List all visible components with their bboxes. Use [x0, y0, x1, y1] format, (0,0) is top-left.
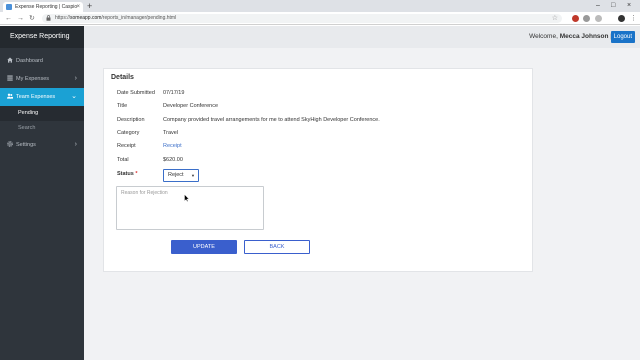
- welcome-text: Welcome, Mecca Johnson |: [529, 33, 612, 40]
- receipt-link[interactable]: Receipt: [163, 142, 182, 150]
- field-label-receipt: Receipt: [117, 143, 136, 149]
- list-icon: [7, 75, 13, 81]
- back-button[interactable]: BACK: [244, 240, 310, 254]
- gear-icon: [7, 141, 13, 147]
- mouse-cursor-icon: [184, 194, 190, 202]
- star-icon[interactable]: ☆: [552, 14, 558, 23]
- field-label-category: Category: [117, 130, 140, 136]
- home-icon: [7, 57, 13, 63]
- app-brand: Expense Reporting: [0, 26, 84, 48]
- status-select-value: Reject: [168, 172, 184, 178]
- tab-title: Expense Reporting | Caspio: [15, 4, 78, 10]
- update-button[interactable]: UPDATE: [171, 240, 237, 254]
- details-card: Details Date Submitted 07/17/19 Title De…: [103, 68, 533, 272]
- browser-window: Expense Reporting | Caspio × + – □ × ← →…: [0, 0, 640, 360]
- new-tab-button[interactable]: +: [87, 1, 92, 11]
- users-icon: [7, 93, 13, 99]
- window-close-icon[interactable]: ×: [627, 1, 631, 11]
- sidebar-item-team-expenses[interactable]: Team Expenses ⌄: [0, 88, 84, 106]
- required-asterisk: *: [135, 171, 138, 177]
- chevron-down-icon: ⌄: [71, 93, 77, 100]
- field-value-date-submitted: 07/17/19: [163, 90, 185, 96]
- field-label-title: Title: [117, 103, 128, 109]
- sidebar-item-label: Settings: [16, 142, 36, 148]
- field-label-description: Description: [117, 117, 145, 123]
- sidebar-item-label: Dashboard: [16, 58, 43, 64]
- sidebar-item-label: My Expenses: [16, 76, 50, 82]
- status-label: Status *: [117, 171, 138, 177]
- field-label-total: Total: [117, 157, 129, 163]
- sidebar-subitem-search[interactable]: Search: [0, 121, 84, 136]
- caret-down-icon: ▼: [191, 173, 195, 178]
- chevron-right-icon: ›: [74, 141, 77, 148]
- field-value-total: $620.00: [163, 157, 183, 163]
- rejection-reason-textarea[interactable]: Reason for Rejection: [116, 186, 264, 230]
- field-value-title: Developer Conference: [163, 103, 219, 109]
- profile-avatar-icon[interactable]: [618, 15, 625, 22]
- minimize-icon[interactable]: –: [596, 1, 600, 11]
- sidebar-subitem-pending[interactable]: Pending: [0, 106, 84, 121]
- extension-icon[interactable]: [583, 15, 590, 22]
- sidebar-item-dashboard[interactable]: Dashboard: [0, 52, 84, 70]
- sidebar: Expense Reporting Dashboard My Expenses …: [0, 26, 84, 360]
- sidebar-item-my-expenses[interactable]: My Expenses ›: [0, 70, 84, 88]
- browser-toolbar: ← → ↻ https://someapp.com/reports_in/man…: [0, 12, 640, 25]
- extension-icon[interactable]: [595, 15, 602, 22]
- chevron-right-icon: ›: [74, 75, 77, 82]
- favicon-icon: [6, 4, 12, 10]
- top-bar: Welcome, Mecca Johnson | Logout: [84, 26, 640, 48]
- back-arrow-icon[interactable]: ←: [5, 14, 12, 23]
- sidebar-item-label: Team Expenses: [16, 94, 56, 100]
- tab-close-icon[interactable]: ×: [76, 3, 80, 11]
- tab-strip: Expense Reporting | Caspio × + – □ ×: [0, 0, 640, 12]
- extension-icon[interactable]: [572, 15, 579, 22]
- logout-button[interactable]: Logout: [610, 31, 635, 43]
- browser-tab[interactable]: Expense Reporting | Caspio ×: [3, 2, 83, 12]
- maximize-icon[interactable]: □: [611, 1, 615, 11]
- field-value-category: Travel: [163, 130, 179, 136]
- field-value-description: Company provided travel arrangements for…: [163, 117, 380, 123]
- menu-dots-icon[interactable]: ⋮: [630, 14, 637, 23]
- lock-icon: [46, 15, 51, 21]
- user-name: Mecca Johnson: [559, 33, 609, 40]
- url-text: https://someapp.com/reports_in/manager/p…: [55, 15, 177, 21]
- details-heading: Details: [111, 74, 134, 81]
- reload-icon[interactable]: ↻: [29, 14, 35, 23]
- status-select[interactable]: Reject ▼: [163, 169, 199, 182]
- address-bar[interactable]: https://someapp.com/reports_in/manager/p…: [42, 14, 562, 23]
- rejection-reason-placeholder: Reason for Rejection: [121, 190, 168, 196]
- field-label-date-submitted: Date Submitted: [117, 90, 155, 96]
- forward-arrow-icon[interactable]: →: [17, 14, 24, 23]
- sidebar-item-settings[interactable]: Settings ›: [0, 136, 84, 154]
